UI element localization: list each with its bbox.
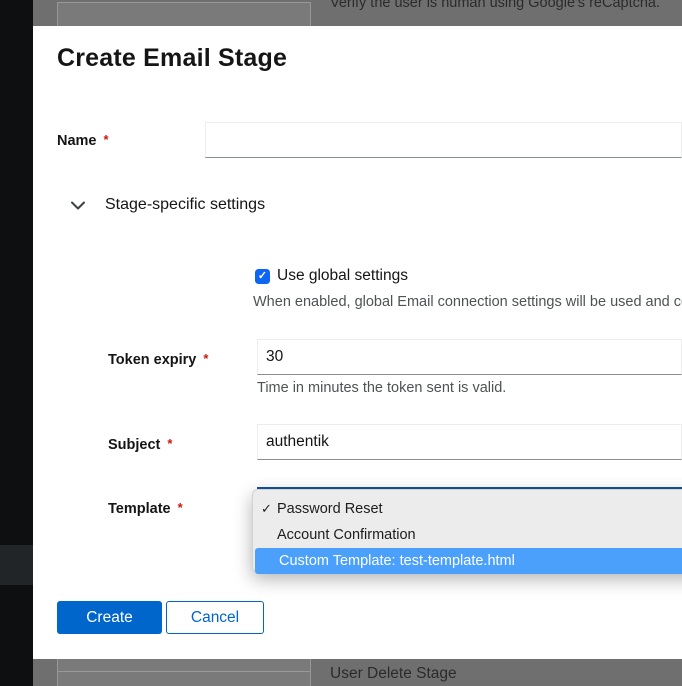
use-global-settings-label: Use global settings (277, 267, 408, 285)
section-label: Stage-specific settings (105, 196, 265, 214)
menu-item-account-confirmation[interactable]: Account Confirmation (253, 522, 682, 548)
backdrop-row-divider (58, 671, 310, 672)
name-input[interactable] (205, 122, 682, 158)
backdrop-bottom: User Delete Stage (33, 659, 682, 686)
menu-item-custom-template[interactable]: Custom Template: test-template.html (255, 548, 682, 574)
subject-input[interactable] (257, 424, 682, 460)
section-toggle-stage-specific-settings[interactable]: Stage-specific settings (71, 196, 265, 214)
check-icon: ✓ (261, 501, 277, 517)
template-label: Template* (108, 500, 183, 517)
subject-label: Subject* (108, 436, 172, 453)
backdrop-table-fragment-bottom (57, 659, 311, 686)
screen: Verify the user is human using Google's … (0, 0, 682, 686)
token-expiry-help: Time in minutes the token sent is valid. (257, 380, 506, 396)
backdrop-top: Verify the user is human using Google's … (33, 0, 682, 26)
required-asterisk: * (167, 436, 172, 451)
backdrop-bottom-text: User Delete Stage (330, 665, 457, 683)
use-global-settings-checkbox[interactable]: ✓ (255, 269, 270, 284)
backdrop-table-fragment-top (57, 2, 311, 26)
required-asterisk: * (104, 132, 109, 147)
menu-item-password-reset[interactable]: ✓ Password Reset (253, 496, 682, 522)
sidebar-active-item[interactable] (0, 545, 33, 585)
token-expiry-input[interactable] (257, 339, 682, 375)
required-asterisk: * (178, 500, 183, 515)
modal-title: Create Email Stage (57, 44, 287, 73)
check-icon: ✓ (258, 271, 267, 282)
template-dropdown-menu: ✓ Password Reset Account Confirmation Cu… (252, 489, 682, 573)
chevron-down-icon (71, 201, 85, 210)
create-email-stage-modal: Create Email Stage Name* Stage-specific … (33, 26, 682, 659)
use-global-settings-help: When enabled, global Email connection se… (253, 294, 682, 310)
backdrop-top-text: Verify the user is human using Google's … (330, 0, 660, 11)
name-label: Name* (57, 132, 109, 149)
required-asterisk: * (203, 351, 208, 366)
create-button[interactable]: Create (57, 601, 162, 634)
cancel-button[interactable]: Cancel (166, 601, 264, 634)
app-sidebar (0, 0, 33, 686)
token-expiry-label: Token expiry* (108, 351, 208, 368)
